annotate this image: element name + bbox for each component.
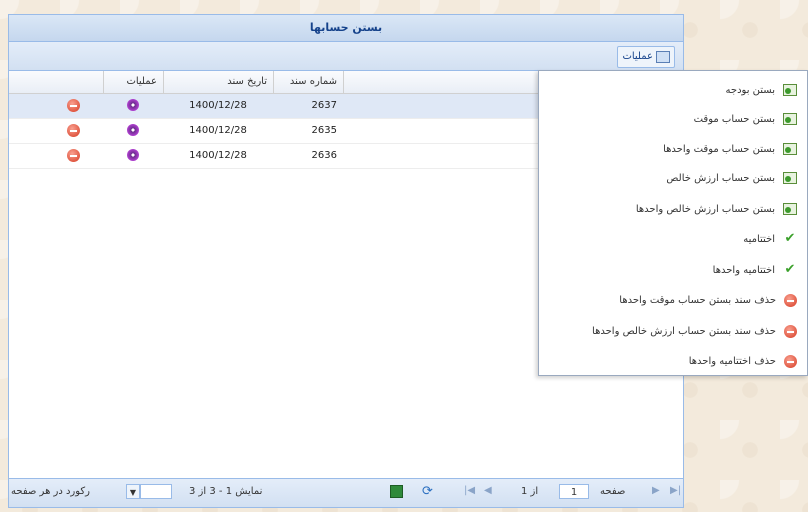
operations-menu: بستن بودجه بستن حساب موقت بستن حساب موقت…	[538, 70, 808, 376]
column-header-delete	[43, 71, 103, 93]
column-header-operations[interactable]: عملیات	[103, 71, 163, 93]
view-icon[interactable]	[127, 124, 139, 136]
menu-item-label: بستن حساب موقت واحدها	[663, 143, 775, 155]
menu-item-delete-temporary-units-doc[interactable]: حذف سند بستن حساب موقت واحدها	[539, 289, 797, 311]
delete-icon	[784, 293, 797, 307]
menu-item-close-budget[interactable]: بستن بودجه	[539, 79, 797, 101]
page-size-input[interactable]	[140, 484, 172, 499]
delete-icon	[784, 354, 797, 368]
row-operations	[103, 144, 163, 168]
previous-page-icon[interactable]: ◀	[484, 485, 492, 496]
chevron-down-icon[interactable]: ▼	[126, 484, 140, 499]
column-header-doc-number[interactable]: شماره سند	[273, 71, 343, 93]
operations-icon	[656, 51, 670, 63]
page-number-input[interactable]: 1	[559, 484, 589, 499]
refresh-icon[interactable]: ⟳	[422, 484, 433, 499]
delete-icon[interactable]	[66, 98, 80, 112]
menu-item-final-closing[interactable]: ✔ اختتامیه	[539, 228, 797, 250]
check-icon: ✔	[784, 231, 796, 246]
toolbar: عملیات	[9, 42, 683, 71]
per-page-label: رکورد در هر صفحه	[11, 486, 91, 497]
next-page-icon[interactable]: ▶	[652, 485, 660, 496]
page-of-label: از 1	[521, 486, 539, 497]
menu-item-delete-net-worth-units-doc[interactable]: حذف سند بستن حساب ارزش خالص واحدها	[539, 320, 797, 342]
close-account-icon	[783, 84, 797, 96]
row-doc-date: 1400/12/28	[189, 125, 247, 136]
operations-button[interactable]: عملیات	[617, 46, 675, 68]
menu-item-label: بستن حساب ارزش خالص واحدها	[635, 203, 775, 215]
column-header-doc-date[interactable]: تاریخ سند	[163, 71, 273, 93]
excel-export-icon[interactable]	[390, 485, 403, 498]
view-icon[interactable]	[127, 149, 139, 161]
delete-icon[interactable]	[66, 148, 80, 162]
first-page-icon[interactable]: |◀	[464, 485, 475, 496]
view-icon[interactable]	[127, 99, 139, 111]
menu-item-final-closing-units[interactable]: ✔ اختتامیه واحدها	[539, 259, 797, 281]
menu-item-close-net-worth-units[interactable]: بستن حساب ارزش خالص واحدها	[539, 198, 797, 220]
page-label: صفحه	[600, 486, 626, 497]
delete-icon	[784, 324, 797, 338]
row-delete	[43, 144, 103, 168]
menu-item-label: اختتامیه	[743, 233, 775, 245]
menu-item-close-temporary-units[interactable]: بستن حساب موقت واحدها	[539, 138, 797, 160]
row-delete	[43, 94, 103, 118]
menu-item-delete-final-closing-units[interactable]: حذف اختتامیه واحدها	[539, 350, 797, 372]
menu-item-label: حذف سند بستن حساب موقت واحدها	[619, 294, 776, 306]
menu-item-label: بستن حساب موقت	[693, 113, 775, 125]
row-doc-number: 2636	[311, 150, 337, 161]
close-account-icon	[783, 143, 797, 155]
check-icon: ✔	[784, 262, 796, 277]
row-operations	[103, 94, 163, 118]
row-doc-number: 2635	[311, 125, 337, 136]
panel-title: بستن حسابها	[9, 15, 683, 42]
menu-item-label: بستن حساب ارزش خالص	[666, 172, 775, 184]
menu-item-close-temporary[interactable]: بستن حساب موقت	[539, 108, 797, 130]
last-page-icon[interactable]: ▶|	[670, 485, 681, 496]
close-account-icon	[783, 113, 797, 125]
row-doc-date: 1400/12/28	[189, 150, 247, 161]
close-account-icon	[783, 203, 797, 215]
menu-item-label: اختتامیه واحدها	[712, 264, 775, 276]
menu-item-close-net-worth[interactable]: بستن حساب ارزش خالص	[539, 167, 797, 189]
row-doc-date: 1400/12/28	[189, 100, 247, 111]
close-account-icon	[783, 172, 797, 184]
row-delete	[43, 119, 103, 143]
row-doc-number: 2637	[311, 100, 337, 111]
operations-label: عملیات	[622, 51, 653, 62]
menu-item-label: حذف سند بستن حساب ارزش خالص واحدها	[592, 325, 776, 337]
display-count: نمایش 1 - 3 از 3	[189, 486, 263, 497]
menu-item-label: حذف اختتامیه واحدها	[688, 355, 776, 367]
paging-toolbar: ▶| ▶ صفحه 1 از 1 ◀ |◀ ⟳ نمایش 1 - 3 از 3…	[9, 478, 683, 507]
delete-icon[interactable]	[66, 123, 80, 137]
row-operations	[103, 119, 163, 143]
menu-item-label: بستن بودجه	[725, 84, 775, 96]
